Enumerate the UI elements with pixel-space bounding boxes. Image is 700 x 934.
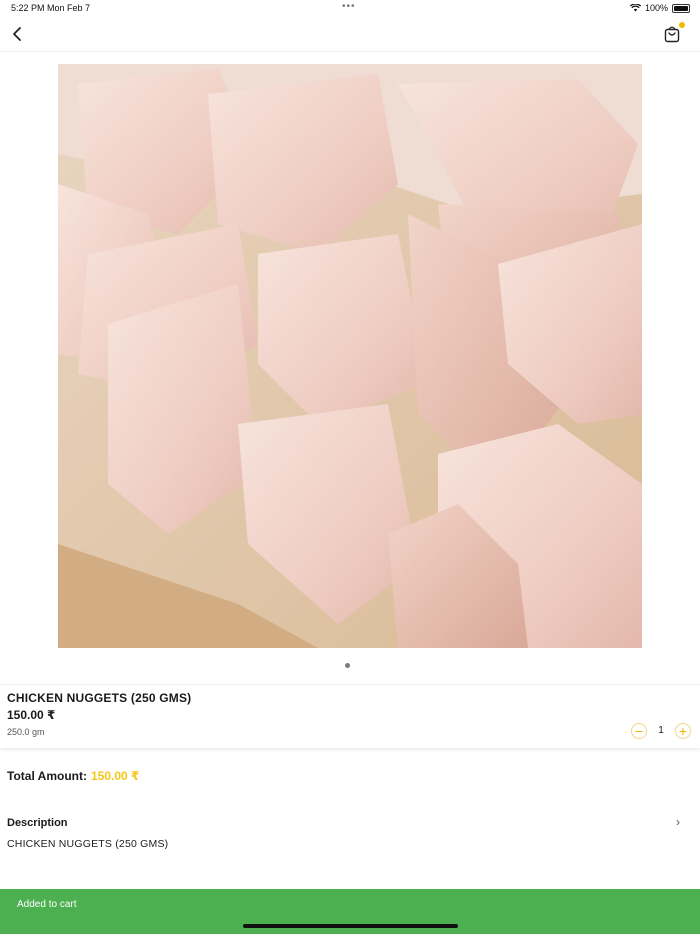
- total-amount-row: Total Amount: 150.00 ₹: [7, 769, 139, 783]
- quantity-decrease-button[interactable]: −: [631, 723, 647, 739]
- toast-text: Added to cart: [17, 899, 77, 910]
- battery-percent: 100%: [644, 3, 668, 13]
- multitasking-dots[interactable]: •••: [342, 1, 356, 12]
- product-price: 150.00 ₹: [7, 708, 56, 722]
- chevron-right-icon[interactable]: ›: [676, 815, 680, 829]
- quantity-value: 1: [658, 725, 664, 736]
- product-name: CHICKEN NUGGETS (250 GMS): [7, 691, 192, 705]
- back-button[interactable]: [8, 24, 28, 44]
- cart-button[interactable]: [662, 22, 685, 44]
- wifi-icon: [629, 4, 641, 12]
- added-to-cart-toast: Added to cart: [0, 889, 700, 934]
- chevron-left-icon: [13, 27, 21, 41]
- battery-icon: [672, 3, 690, 13]
- product-image[interactable]: [58, 64, 642, 648]
- product-weight: 250.0 gm: [7, 727, 45, 737]
- description-text: CHICKEN NUGGETS (250 GMS): [7, 838, 169, 850]
- total-amount-value: 150.00 ₹: [90, 769, 140, 783]
- nav-bar: [0, 18, 700, 52]
- cart-badge: [679, 22, 685, 28]
- description-title: Description: [7, 817, 68, 829]
- status-right: 100%: [629, 3, 690, 13]
- carousel-indicator-dot[interactable]: [345, 663, 350, 668]
- quantity-increase-button[interactable]: +: [675, 723, 691, 739]
- status-bar: 5:22 PM Mon Feb 7 ••• 100%: [0, 0, 700, 18]
- product-card: CHICKEN NUGGETS (250 GMS) 150.00 ₹ 250.0…: [0, 684, 700, 748]
- status-time: 5:22 PM Mon Feb 7: [11, 3, 91, 13]
- home-indicator[interactable]: [243, 924, 458, 928]
- chicken-pieces-photo: [58, 64, 642, 648]
- total-amount-label: Total Amount:: [7, 769, 87, 783]
